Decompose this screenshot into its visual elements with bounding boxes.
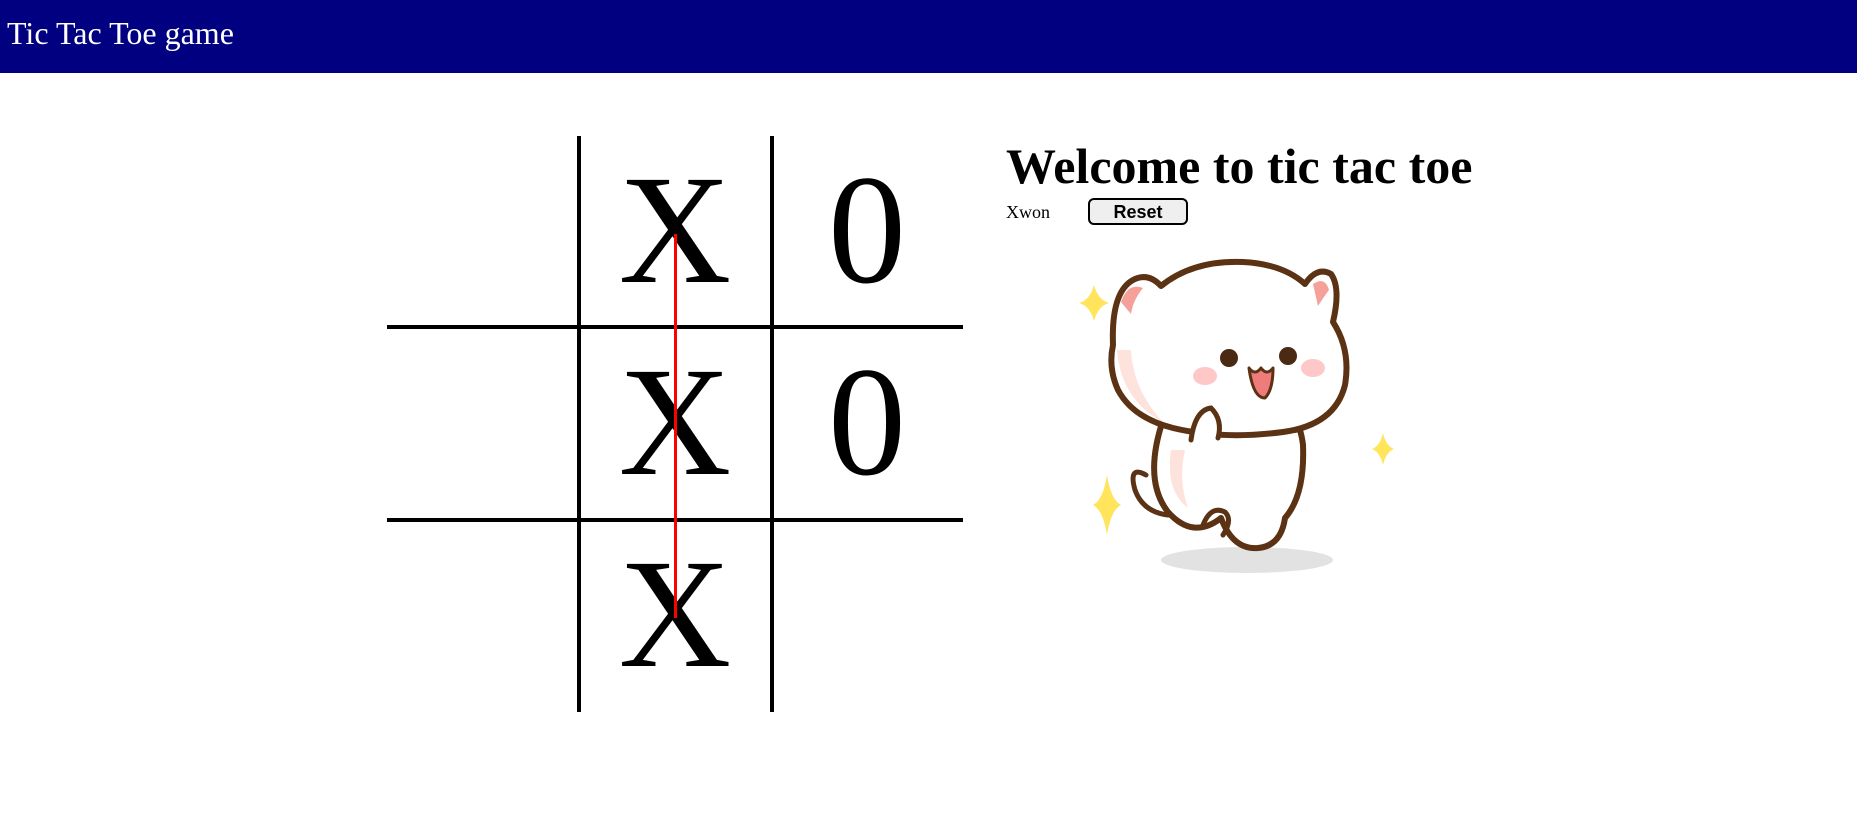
app-title: Tic Tac Toe game bbox=[7, 15, 234, 51]
grid-line-vertical-1 bbox=[577, 136, 581, 712]
reset-button[interactable]: Reset bbox=[1088, 198, 1188, 225]
info-panel: Welcome to tic tac toe Xwon Reset bbox=[1006, 138, 1473, 225]
cell-3-mark: 0 bbox=[828, 143, 906, 316]
welcome-heading: Welcome to tic tac toe bbox=[1006, 138, 1473, 194]
board-cell-9[interactable] bbox=[771, 520, 963, 712]
board-cell-4[interactable] bbox=[387, 328, 579, 520]
cat-celebration-icon bbox=[1079, 258, 1394, 573]
winning-line bbox=[674, 234, 677, 618]
board-cell-3[interactable]: 0 bbox=[771, 136, 963, 328]
board-cell-6[interactable]: 0 bbox=[771, 328, 963, 520]
board-cell-7[interactable] bbox=[387, 520, 579, 712]
game-status: Xwon bbox=[1006, 202, 1050, 222]
grid-line-vertical-2 bbox=[770, 136, 774, 712]
navbar: Tic Tac Toe game bbox=[0, 0, 1857, 73]
game-board: X 0 X 0 X bbox=[387, 136, 963, 712]
cell-6-mark: 0 bbox=[828, 335, 906, 508]
status-row: Xwon Reset bbox=[1006, 196, 1246, 226]
board-cell-1[interactable] bbox=[387, 136, 579, 328]
